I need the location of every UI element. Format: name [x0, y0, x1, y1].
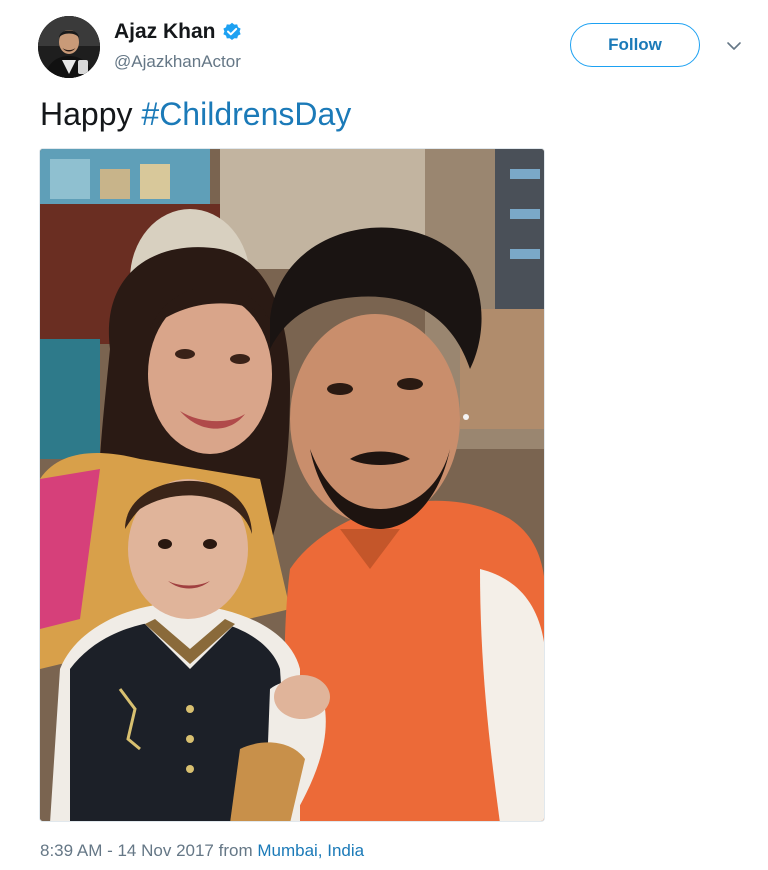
follow-button[interactable]: Follow [570, 23, 700, 67]
author-handle[interactable]: @AjazkhanActor [114, 52, 241, 72]
avatar-image [38, 16, 100, 78]
tweet-timestamp[interactable]: 8:39 AM - 14 Nov 2017 [40, 841, 214, 860]
author-display-name[interactable]: Ajaz Khan [114, 20, 216, 44]
tweet-text-prefix: Happy [40, 96, 142, 132]
location-link[interactable]: Mumbai, India [257, 841, 364, 860]
tweet-meta: 8:39 AM - 14 Nov 2017 from Mumbai, India [40, 841, 364, 861]
chevron-down-icon[interactable] [726, 40, 742, 52]
verified-badge-icon [222, 22, 242, 42]
tweet-card: Ajaz Khan @AjazkhanActor Follow Happy #C… [0, 0, 768, 870]
tweet-photo[interactable] [39, 148, 545, 822]
tweet-text: Happy #ChildrensDay [40, 96, 351, 133]
hashtag-link[interactable]: #ChildrensDay [141, 96, 351, 132]
selfie-photo [40, 149, 544, 821]
author-avatar[interactable] [38, 16, 100, 78]
from-label: from [213, 841, 258, 860]
author-name-row: Ajaz Khan [114, 20, 242, 44]
